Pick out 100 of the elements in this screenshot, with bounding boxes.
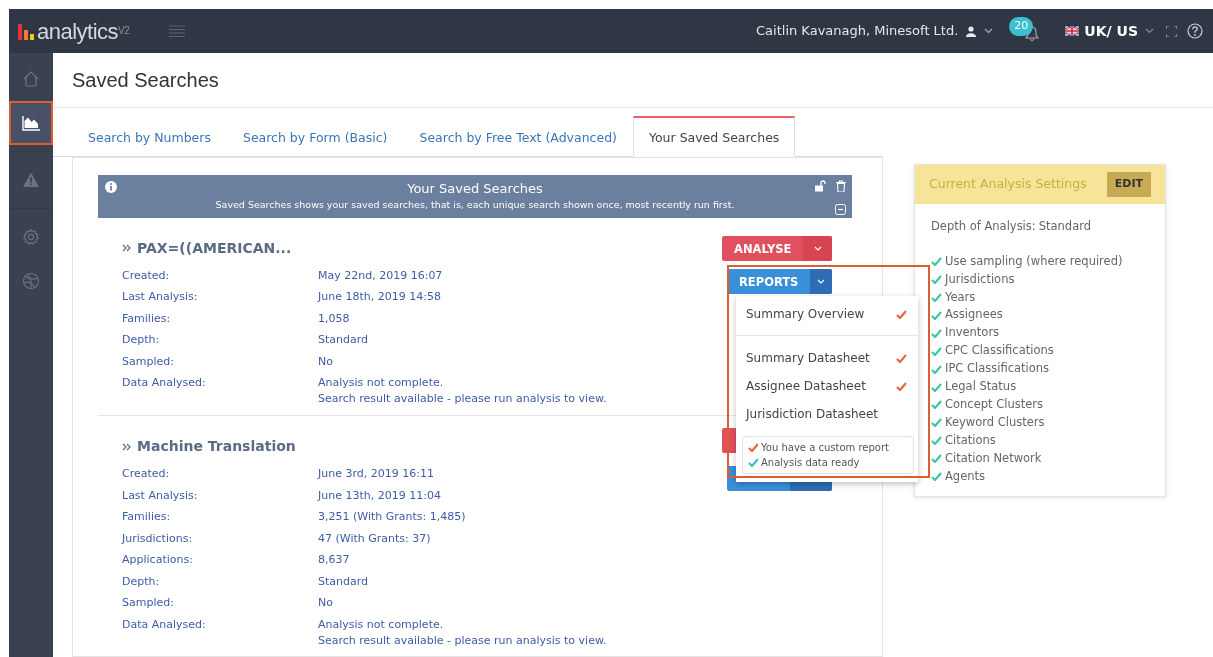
- field-label: Last Analysis:: [122, 289, 199, 305]
- check-icon: [931, 454, 942, 464]
- chart-icon: [22, 114, 40, 132]
- check-icon: [931, 310, 942, 320]
- analyse-button[interactable]: ANALYSE: [722, 235, 832, 261]
- search-title[interactable]: PAX=((AMERICAN...: [137, 237, 292, 259]
- menu-item[interactable]: Assignee Datasheet: [736, 372, 918, 400]
- field-value: Analysis not complete. Search result available - please run analysis to view.: [318, 616, 607, 649]
- setting-item: Citations: [945, 431, 996, 449]
- menu-item[interactable]: Summary Overview: [736, 300, 918, 336]
- notification-badge: 20: [1009, 17, 1034, 36]
- setting-item: CPC Classifications: [945, 342, 1054, 360]
- field-label: Families:: [122, 509, 172, 525]
- reports-button[interactable]: REPORTS: [727, 268, 832, 294]
- field-label: Last Analysis:: [122, 487, 199, 504]
- logo-bars-icon: [17, 22, 35, 40]
- setting-item: Concept Clusters: [945, 396, 1044, 413]
- collapse-icon[interactable]: [835, 203, 846, 215]
- field-value: 3,251 (With Grants: 1,485): [318, 509, 466, 525]
- panel-subtitle: Saved Searches shows your saved searches, that is, each unique search shown once, most recently run first.: [214, 198, 736, 213]
- home-icon: [22, 70, 40, 88]
- legend-text: You have a custom report: [761, 441, 889, 455]
- field-label: Applications:: [122, 552, 194, 568]
- panel-title: Your Saved Searches: [406, 179, 544, 198]
- unlock-icon[interactable]: [814, 179, 826, 192]
- globe-icon: [22, 272, 40, 290]
- setting-item: Assignees: [945, 306, 1003, 324]
- user-icon: [966, 25, 977, 37]
- tab[interactable]: Search by Numbers: [72, 116, 227, 157]
- field-value: Standard: [318, 332, 369, 348]
- field-label: Depth:: [122, 573, 161, 590]
- check-icon: [896, 353, 908, 363]
- check-icon: [931, 436, 942, 446]
- help-icon[interactable]: [1187, 23, 1203, 39]
- field-value: No: [318, 595, 333, 611]
- field-value: 1,058: [318, 310, 350, 327]
- setting-item: Legal Status: [945, 378, 1017, 396]
- double-chevron-icon: [122, 442, 131, 451]
- check-icon: [931, 293, 942, 302]
- field-value: No: [318, 353, 333, 370]
- field-label: Created:: [122, 466, 171, 482]
- field-value: 47 (With Grants: 37): [318, 530, 431, 547]
- setting-item: Years: [945, 288, 976, 306]
- field-value: June 18th, 2019 14:58: [318, 289, 441, 305]
- flag-icon: [1065, 26, 1080, 36]
- setting-item: Keyword Clusters: [945, 413, 1045, 431]
- caret-icon[interactable]: [984, 28, 994, 34]
- double-chevron-icon: [122, 244, 131, 252]
- menu-icon[interactable]: [169, 25, 186, 37]
- field-value: June 3rd, 2019 16:11: [318, 466, 434, 482]
- legend-text: Analysis data ready: [761, 456, 860, 470]
- tab[interactable]: Your Saved Searches: [632, 116, 796, 157]
- field-label: Sampled:: [122, 353, 175, 370]
- check-icon: [931, 364, 942, 374]
- app-logo: analytics$^{V2}$: [37, 17, 130, 46]
- field-value: 8,637: [318, 552, 350, 568]
- check-icon: [896, 381, 908, 391]
- check-icon: [931, 346, 942, 356]
- check-icon: [931, 418, 942, 428]
- field-label: Created:: [122, 267, 171, 284]
- field-value: June 13th, 2019 11:04: [318, 487, 441, 504]
- settings-icon: [22, 228, 40, 246]
- menu-item[interactable]: Jurisdiction Datasheet: [736, 400, 918, 428]
- check-icon: [931, 328, 942, 338]
- fullscreen-icon[interactable]: [1166, 25, 1177, 37]
- field-value: May 22nd, 2019 16:07: [318, 267, 443, 284]
- check-icon: [931, 472, 942, 482]
- search-title[interactable]: Machine Translation: [137, 436, 296, 457]
- setting-item: Citation Network: [945, 449, 1042, 467]
- region-selector[interactable]: UK/ US: [1084, 20, 1138, 42]
- tab[interactable]: Search by Free Text (Advanced): [403, 116, 633, 157]
- edit-button[interactable]: EDIT: [1106, 172, 1151, 197]
- check-icon: [931, 275, 942, 285]
- check-icon: [931, 382, 942, 392]
- tab[interactable]: Search by Form (Basic): [226, 116, 404, 157]
- info-icon: [105, 180, 117, 193]
- sidebar-item[interactable]: [9, 101, 53, 145]
- settings-title: Current Analysis Settings: [929, 174, 1087, 193]
- caret-icon: [813, 245, 822, 251]
- menu-item[interactable]: Summary Datasheet: [736, 344, 918, 372]
- check-icon: [931, 400, 942, 410]
- field-label: Data Analysed:: [122, 375, 207, 391]
- depth-link[interactable]: Standard: [1038, 217, 1091, 235]
- field-value: Analysis not complete. Search result available - please run analysis to view.: [318, 375, 607, 407]
- page-title: Saved Searches: [53, 53, 1213, 108]
- trash-icon[interactable]: [836, 179, 846, 192]
- field-label: Sampled:: [122, 595, 175, 611]
- setting-item: Jurisdictions: [945, 270, 1015, 288]
- field-value: Standard: [318, 573, 369, 590]
- caret-icon[interactable]: [1145, 28, 1154, 34]
- depth-label: Depth of Analysis:: [931, 217, 1036, 235]
- setting-item: IPC Classifications: [945, 360, 1050, 378]
- user-name[interactable]: Caitlin Kavanagh, Minesoft Ltd.: [756, 21, 959, 41]
- field-label: Data Analysed:: [122, 616, 207, 633]
- setting-item: Inventors: [945, 324, 1000, 342]
- warning-icon: [22, 171, 40, 189]
- check-icon: [931, 257, 942, 267]
- setting-item: Agents: [945, 467, 986, 485]
- check-icon: [896, 309, 908, 319]
- setting-item: Use sampling (where required): [945, 252, 1123, 270]
